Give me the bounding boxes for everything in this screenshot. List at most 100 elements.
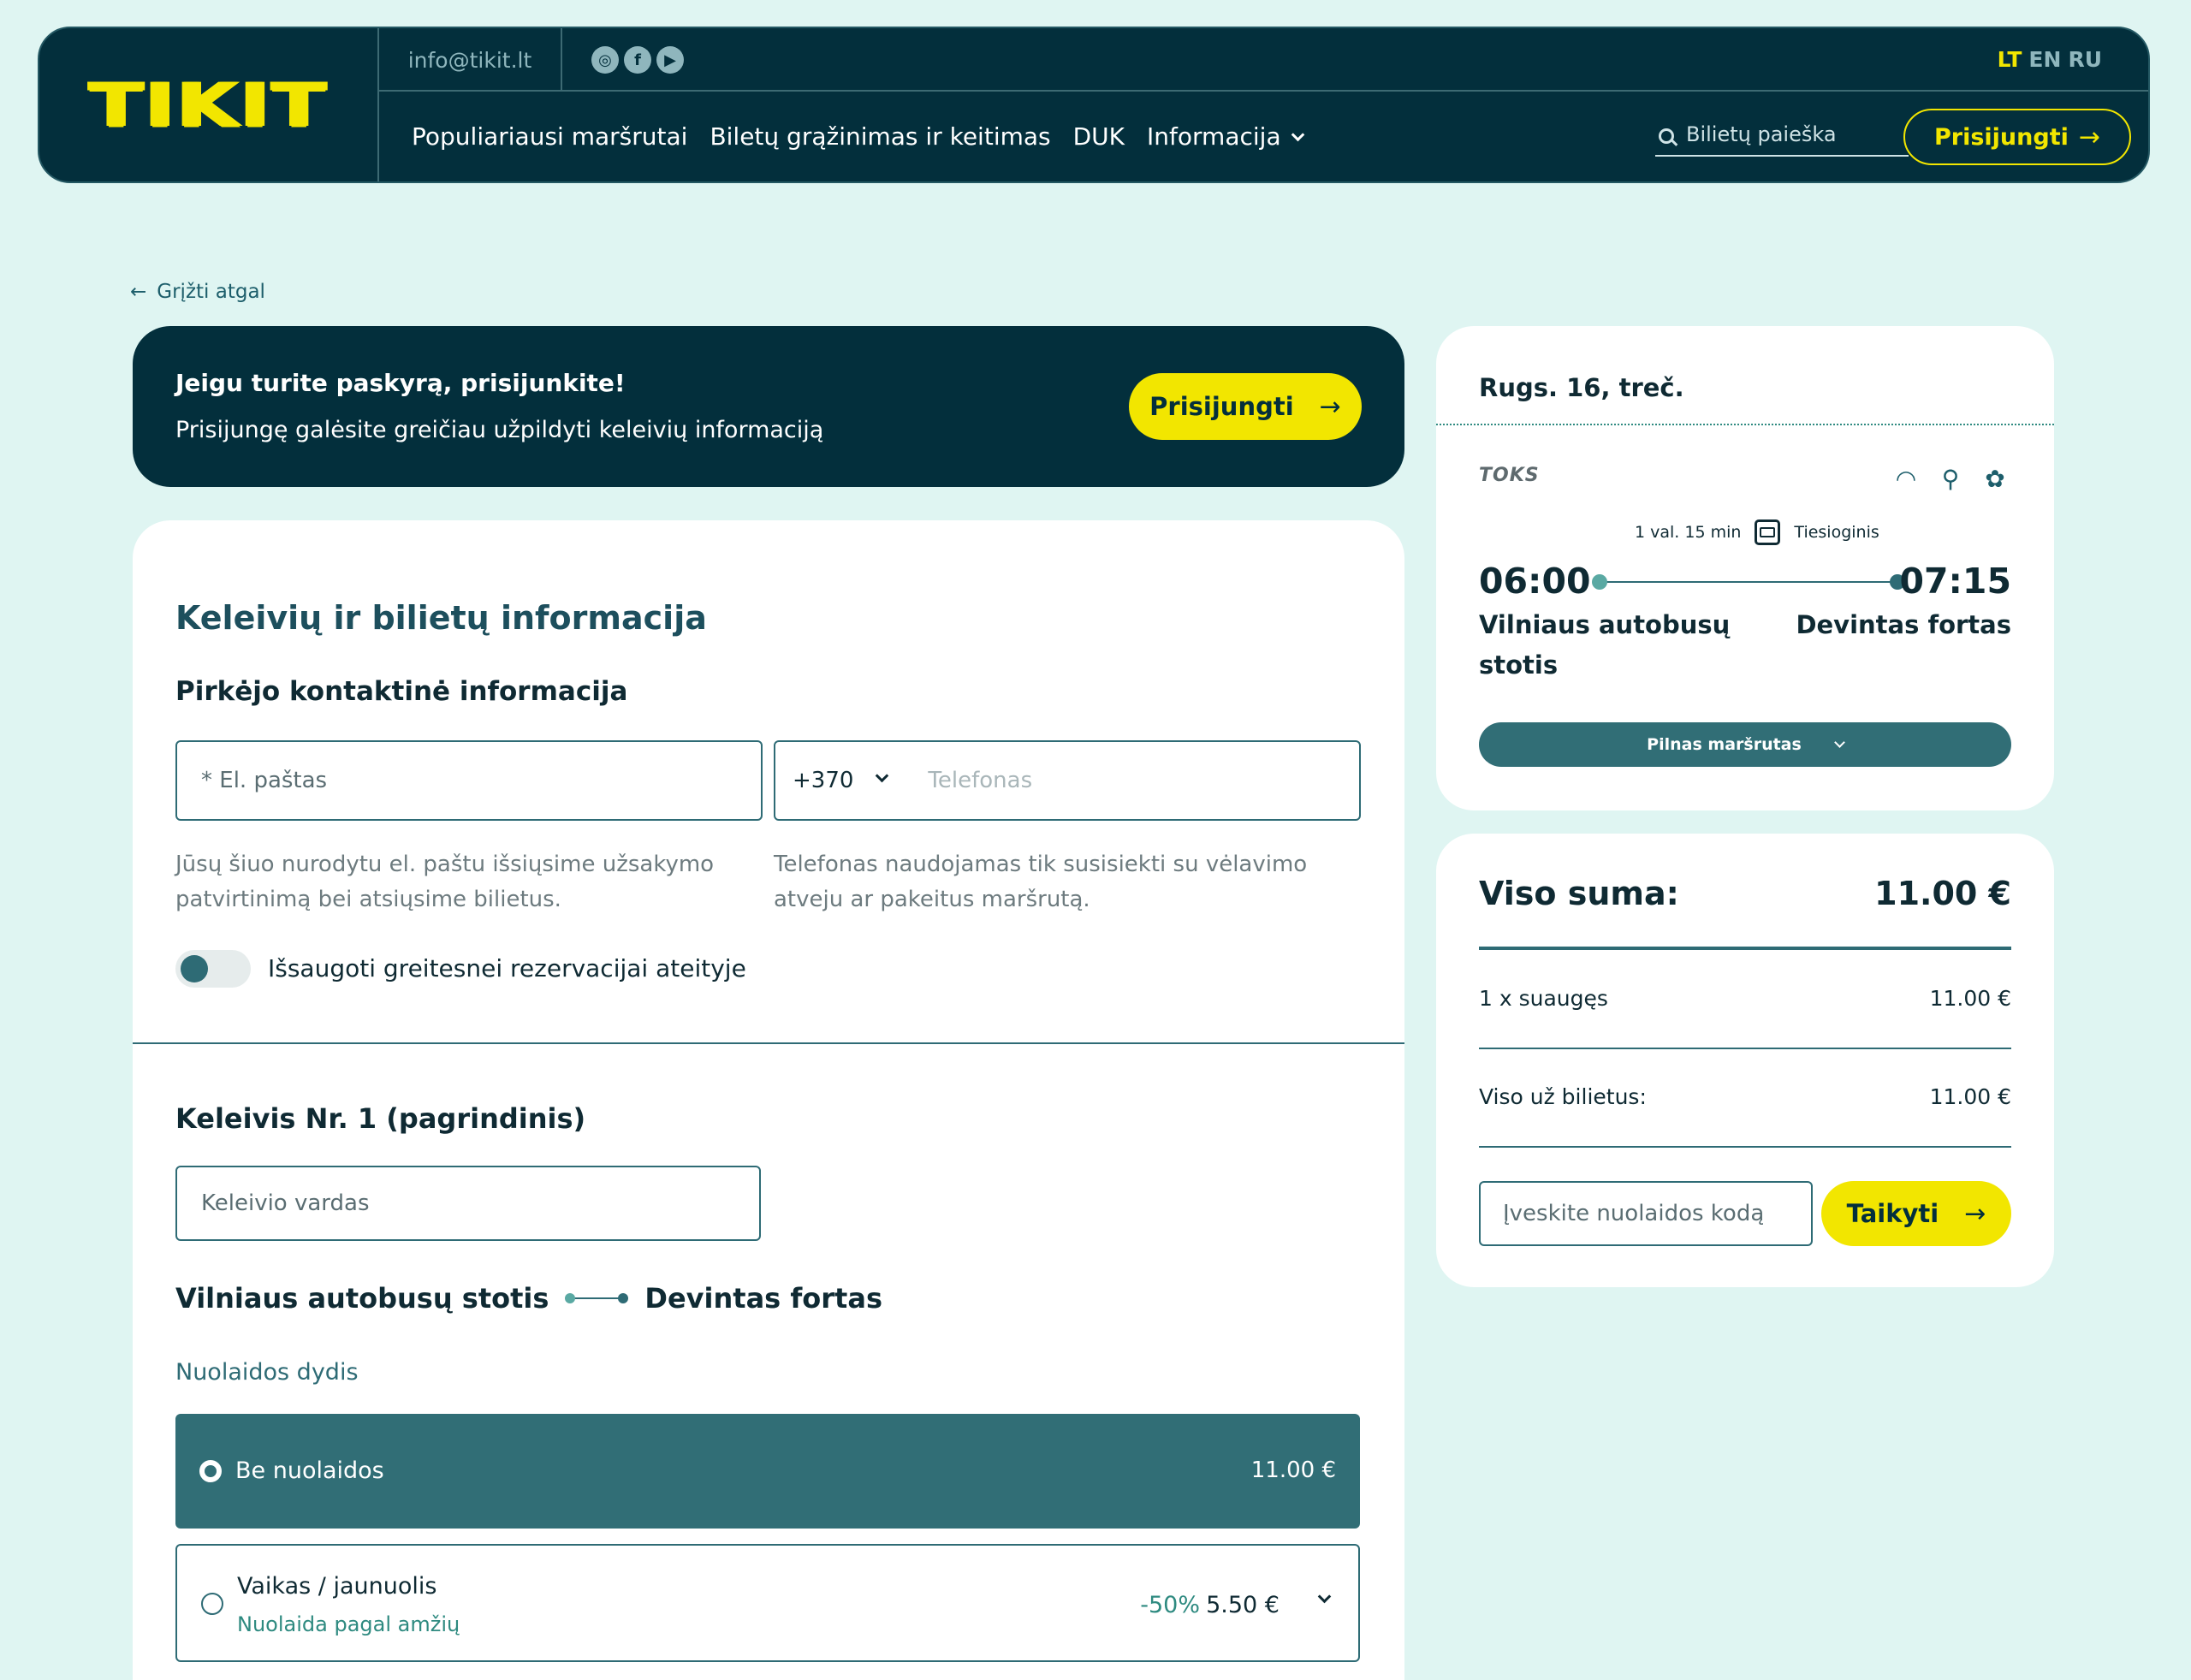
carrier-logo: TOKS [1479, 465, 1540, 486]
trip-timeline [1592, 574, 1905, 590]
trip-type: Tiesioginis [1794, 523, 1879, 542]
save-toggle-label: Išsaugoti greitesnei rezervacijai ateity… [268, 954, 746, 982]
apply-promo-button[interactable]: Taikyti → [1821, 1181, 2011, 1246]
arrow-right-icon: → [1319, 391, 1341, 422]
arrow-right-icon: → [2078, 122, 2100, 152]
banner-subtitle: Prisijungę galėsite greičiau užpildyti k… [175, 417, 824, 443]
carrier-name: TOKS [1479, 465, 1540, 486]
discount-label: Nuolaidos dydis [175, 1359, 359, 1386]
summary-total: 11.00 € [1874, 875, 2011, 912]
facebook-icon[interactable]: f [624, 46, 651, 74]
phone-country-code[interactable]: +370 [793, 768, 853, 793]
banner-login-button[interactable]: Prisijungti → [1129, 373, 1362, 440]
youtube-icon[interactable]: ▶ [656, 46, 684, 74]
amenities: ◠ ⚲ ✿ [1890, 465, 2011, 494]
arrival-time: 07:15 [1899, 561, 2011, 602]
route-to: Devintas fortas [644, 1282, 882, 1315]
departure-time: 06:00 [1479, 561, 1591, 602]
main-nav: Populiariausi maršrutai Biletų grąžinima… [412, 122, 1304, 151]
nav-returns[interactable]: Biletų grąžinimas ir keitimas [710, 122, 1050, 151]
social-links: ◎ f ▶ [591, 46, 684, 74]
header-login-button[interactable]: Prisijungti → [1903, 109, 2131, 165]
section-divider [133, 1042, 1404, 1044]
nav-popular-routes[interactable]: Populiariausi maršrutai [412, 122, 687, 151]
summary-divider [1479, 1146, 2011, 1148]
passenger-name-placeholder: Keleivio vardas [201, 1190, 370, 1216]
line-item-label: 1 x suaugęs [1479, 986, 1608, 1011]
full-route-label: Pilnas maršrutas [1647, 735, 1802, 754]
chevron-down-icon[interactable] [876, 769, 889, 782]
nav-information[interactable]: Informacija [1147, 122, 1304, 151]
banner-login-label: Prisijungti [1149, 392, 1294, 421]
trip-card: Rugs. 16, treč. TOKS ◠ ⚲ ✿ 1 val. 15 min… [1436, 326, 2054, 810]
trip-date: Rugs. 16, treč. [1479, 373, 1684, 402]
phone-field[interactable]: +370 Telefonas [774, 740, 1361, 821]
back-label: Grįžti atgal [157, 281, 265, 303]
header-top-row: info@tikit.lt ◎ f ▶ LT EN RU [379, 28, 2148, 92]
bus-icon [1755, 519, 1781, 545]
ticket-search[interactable]: Bilietų paieška [1655, 122, 1909, 157]
chevron-down-icon [1291, 128, 1304, 142]
departure-station: Vilniaus autobusų stotis [1479, 610, 1731, 680]
trip-meta: 1 val. 15 min Tiesioginis [1635, 519, 1879, 545]
login-banner: Jeigu turite paskyrą, prisijunkite! Pris… [133, 326, 1404, 487]
passenger-name-field[interactable]: Keleivio vardas [175, 1166, 761, 1241]
search-icon [1659, 128, 1674, 144]
passenger-title: Keleivis Nr. 1 (pagrindinis) [175, 1102, 586, 1135]
promo-code-input[interactable]: Įveskite nuolaidos kodą [1479, 1181, 1813, 1246]
trip-duration: 1 val. 15 min [1635, 523, 1742, 542]
contact-section-title: Pirkėjo kontaktinė informacija [175, 676, 628, 707]
option-name: Vaikas / jaunuolis [237, 1573, 437, 1600]
arrival-station: Devintas fortas [1796, 610, 2011, 639]
tickets-total-label: Viso už bilietus: [1479, 1084, 1647, 1109]
email-hint: Jūsų šiuo nurodytu el. paštu išsiųsime u… [175, 852, 715, 912]
search-placeholder: Bilietų paieška [1686, 122, 1837, 146]
summary-title: Viso suma: [1479, 875, 1679, 912]
option-name: Be nuolaidos [235, 1457, 384, 1484]
logo[interactable]: TIKIT [89, 70, 328, 140]
route-line [565, 1293, 629, 1303]
nav-faq[interactable]: DUK [1073, 122, 1125, 151]
lang-lt[interactable]: LT [1998, 47, 2022, 72]
nav-information-label: Informacija [1147, 122, 1281, 151]
apply-promo-label: Taikyti [1846, 1199, 1939, 1228]
logo-container[interactable]: TIKIT [39, 28, 379, 181]
email-placeholder: * El. paštas [201, 768, 328, 793]
form-title: Keleivių ir bilietų informacija [175, 599, 707, 637]
save-toggle[interactable] [175, 950, 251, 988]
phone-placeholder: Telefonas [928, 768, 1033, 793]
contact-email[interactable]: info@tikit.lt [379, 28, 562, 92]
discount-option-none[interactable]: Be nuolaidos 11.00 € [175, 1414, 1360, 1529]
paw-icon: ✿ [1985, 465, 2005, 493]
option-price: 11.00 € [1250, 1457, 1336, 1483]
lang-en[interactable]: EN [2028, 47, 2061, 72]
option-price: 5.50 € [1206, 1592, 1280, 1618]
summary-divider [1479, 1048, 2011, 1049]
full-route-button[interactable]: Pilnas maršrutas [1479, 722, 2011, 767]
option-discount-percent: -50% [1140, 1592, 1200, 1618]
passenger-route: Vilniaus autobusų stotis Devintas fortas [175, 1282, 882, 1315]
language-switcher: LT EN RU [1998, 47, 2102, 72]
trip-divider [1436, 424, 2054, 425]
radio-unselected[interactable] [201, 1593, 223, 1615]
promo-placeholder: Įveskite nuolaidos kodą [1503, 1201, 1765, 1226]
route-from: Vilniaus autobusų stotis [175, 1282, 549, 1315]
discount-option-child[interactable]: Vaikas / jaunuolis Nuolaida pagal amžių … [175, 1544, 1360, 1662]
email-field[interactable]: * El. paštas [175, 740, 763, 821]
arrow-left-icon: ← [130, 281, 147, 303]
bicycle-icon: ⚲ [1941, 465, 1960, 493]
chevron-down-icon[interactable] [1317, 1589, 1332, 1604]
wifi-icon: ◠ [1895, 465, 1917, 493]
chevron-down-icon [1833, 736, 1845, 748]
arrow-right-icon: → [1964, 1198, 1986, 1229]
site-header: TIKIT info@tikit.lt ◎ f ▶ LT EN RU Popul… [38, 27, 2150, 183]
instagram-icon[interactable]: ◎ [591, 46, 619, 74]
header-login-label: Prisijungti [1933, 123, 2069, 151]
banner-title: Jeigu turite paskyrą, prisijunkite! [175, 369, 626, 397]
back-link[interactable]: ← Grįžti atgal [130, 281, 265, 303]
radio-selected[interactable] [199, 1460, 222, 1482]
line-item-value: 11.00 € [1929, 986, 2011, 1011]
tickets-total-value: 11.00 € [1929, 1084, 2011, 1109]
phone-hint: Telefonas naudojamas tik susisiekti su v… [774, 852, 1308, 912]
lang-ru[interactable]: RU [2068, 47, 2102, 72]
